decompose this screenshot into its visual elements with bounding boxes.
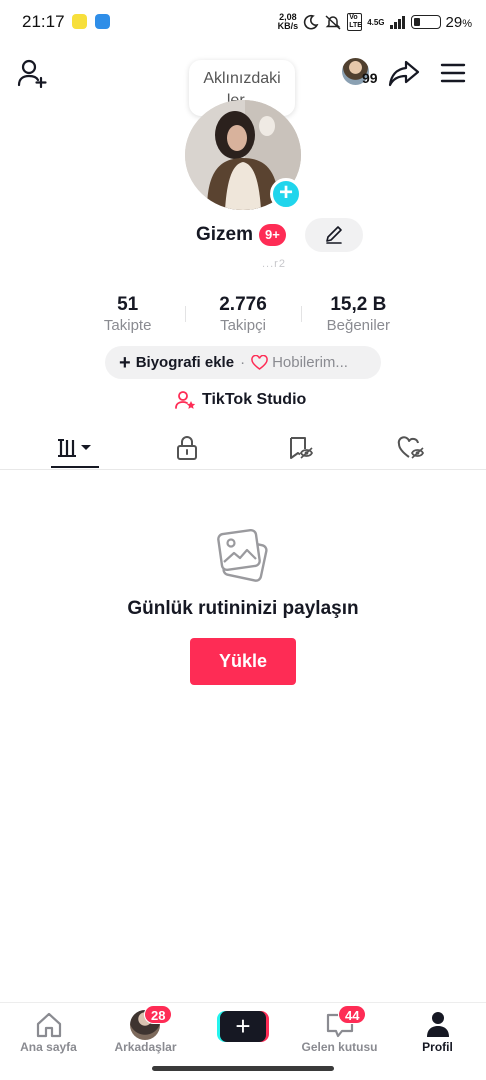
create-plus-icon: + xyxy=(220,1011,266,1042)
stat-value: 2.776 xyxy=(219,294,267,315)
stat-followers[interactable]: 2.776 Takipçi xyxy=(185,294,300,340)
plus-icon: + xyxy=(119,351,131,374)
battery-fill xyxy=(413,18,421,26)
create-button[interactable]: + xyxy=(217,1011,269,1042)
hamburger-icon xyxy=(440,63,466,83)
stat-value: 51 xyxy=(117,294,139,315)
nav-home[interactable]: Ana sayfa xyxy=(0,1003,97,1063)
share-profile-button[interactable] xyxy=(388,58,420,88)
nav-create[interactable]: + xyxy=(194,1003,291,1063)
status-indicators: 2,08 KB/s Vo LTE 4.5G 29% xyxy=(278,10,472,34)
volte-icon: Vo LTE xyxy=(347,13,363,31)
edit-profile-button[interactable] xyxy=(305,218,363,252)
videos-grid-icon xyxy=(58,439,91,457)
heart-icon xyxy=(251,355,268,370)
saved-favorites-icon xyxy=(290,437,314,459)
profile-stats: 51 Takipte 2.776 Takipçi 15,2 B Beğenile… xyxy=(70,294,416,340)
lock-icon xyxy=(177,436,197,460)
nav-label: Arkadaşlar xyxy=(114,1040,177,1054)
separator-dot: · xyxy=(240,354,246,371)
inbox-badge: 44 xyxy=(338,1005,367,1024)
profile-icon xyxy=(427,1012,449,1037)
status-bar: 21:17 2,08 KB/s Vo LTE 4.5G 29% xyxy=(0,0,486,44)
nav-label: Profil xyxy=(422,1040,453,1054)
nav-friends[interactable]: 28 Arkadaşlar xyxy=(97,1003,194,1063)
stat-label: Beğeniler xyxy=(326,317,391,334)
notification-app-icon-2 xyxy=(95,14,110,29)
battery-icon xyxy=(410,15,441,29)
tab-saved[interactable] xyxy=(276,428,324,468)
stat-value: 15,2 B xyxy=(330,294,387,315)
tiktok-studio-link[interactable]: TikTok Studio xyxy=(175,388,306,412)
network-type: 4.5G xyxy=(367,17,385,27)
signal-icon xyxy=(389,16,405,29)
status-time: 21:17 xyxy=(22,12,65,31)
empty-state-title: Günlük rutininizi paylaşın xyxy=(127,598,359,619)
hobbies-label[interactable]: Hobilerim... xyxy=(272,354,348,371)
liked-hidden-icon xyxy=(397,436,425,459)
home-icon xyxy=(36,1012,62,1038)
active-tab-indicator xyxy=(51,466,99,468)
profile-tabs xyxy=(0,428,486,470)
notification-app-icon xyxy=(72,14,87,29)
creator-star-icon xyxy=(175,391,196,409)
nav-inbox[interactable]: 44 Gelen kutusu xyxy=(291,1003,388,1063)
plus-icon: + xyxy=(278,179,293,206)
tab-liked[interactable] xyxy=(388,428,436,468)
nav-label: Gelen kutusu xyxy=(301,1040,378,1054)
friends-badge: 28 xyxy=(144,1005,173,1024)
add-friend-button[interactable] xyxy=(17,58,49,89)
moon-icon xyxy=(304,14,319,30)
stat-label: Takipte xyxy=(103,317,152,334)
stat-label: Takipçi xyxy=(220,317,266,334)
profile-views-count[interactable]: 99 xyxy=(362,70,378,86)
notification-badge[interactable]: 9+ xyxy=(259,224,286,246)
bio-chip[interactable]: + Biyografi ekle · Hobilerim... xyxy=(105,346,381,379)
upload-button[interactable]: Yükle xyxy=(190,638,296,685)
mute-bell-icon xyxy=(325,15,341,30)
menu-button[interactable] xyxy=(440,62,466,84)
stat-likes[interactable]: 15,2 B Beğeniler xyxy=(300,294,416,340)
profile-name: Gizem xyxy=(196,224,254,245)
tooltip-line-1: Aklınızdaki xyxy=(203,70,281,87)
tiktok-studio-label: TikTok Studio xyxy=(202,391,307,408)
add-person-icon xyxy=(17,59,47,89)
battery-percent: 29% xyxy=(445,13,472,31)
nav-profile[interactable]: Profil xyxy=(389,1003,486,1063)
nav-label: Ana sayfa xyxy=(20,1040,77,1054)
photos-icon xyxy=(216,528,270,584)
bottom-navigation: Ana sayfa 28 Arkadaşlar + 44 Gelen kutus… xyxy=(0,1002,486,1066)
stat-following[interactable]: 51 Takipte xyxy=(70,294,185,340)
home-indicator[interactable] xyxy=(152,1066,334,1071)
faded-username: ...r2 xyxy=(262,258,286,270)
add-bio-label[interactable]: Biyografi ekle xyxy=(136,354,234,371)
tab-videos[interactable] xyxy=(51,428,99,468)
pencil-icon xyxy=(326,226,342,244)
share-arrow-icon xyxy=(388,60,420,87)
add-story-button[interactable]: + xyxy=(270,178,302,210)
tab-private[interactable] xyxy=(163,428,211,468)
network-speed: 2,08 KB/s xyxy=(277,12,299,31)
